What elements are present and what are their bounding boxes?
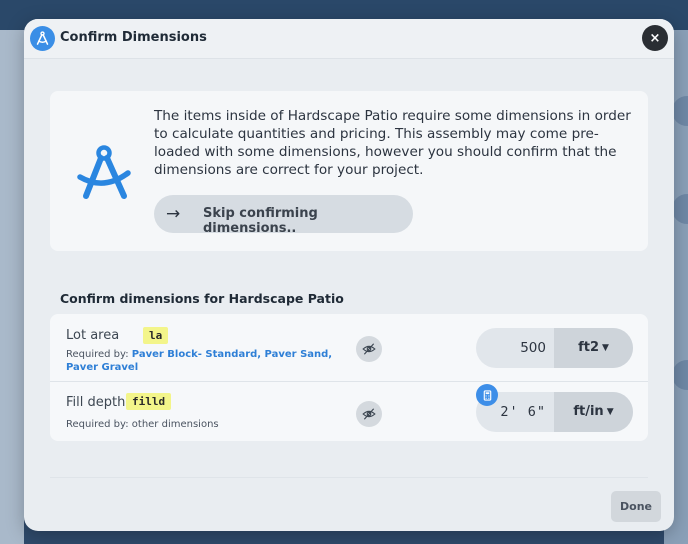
- dimensions-table: Lot area la Required by: Paver Block- St…: [50, 314, 648, 441]
- modal-header: Confirm Dimensions ×: [24, 19, 674, 59]
- required-by-text: Required by: other dimensions: [66, 418, 219, 431]
- required-by-value: other dimensions: [131, 419, 219, 430]
- required-by-text: Required by: Paver Block- Standard, Pave…: [66, 348, 336, 374]
- dimension-row-lot-area: Lot area la Required by: Paver Block- St…: [50, 314, 648, 382]
- chevron-down-icon: ▼: [602, 343, 609, 353]
- unit-label: ft/in: [573, 404, 604, 419]
- dimension-code: la: [143, 327, 169, 344]
- dimension-label: Lot area: [66, 328, 120, 343]
- unit-label: ft2: [578, 340, 599, 355]
- compass-icon: [30, 26, 55, 51]
- eye-off-icon: [362, 343, 376, 355]
- dimension-value-control: 500 ft2 ▼: [476, 328, 633, 368]
- close-icon: ×: [649, 30, 661, 46]
- dimension-value-control: 2' 6" ft/in ▼: [476, 392, 633, 432]
- backdrop-avatar: [672, 96, 688, 126]
- dimension-code: filld: [126, 393, 172, 410]
- confirm-dimensions-modal: Confirm Dimensions × The items inside of…: [24, 19, 674, 531]
- backdrop-avatar: [672, 360, 688, 390]
- chevron-down-icon: ▼: [606, 407, 614, 417]
- skip-button-label: Skip confirming dimensions..: [203, 206, 318, 236]
- visibility-toggle-button[interactable]: [356, 401, 382, 427]
- footer-divider: [50, 477, 648, 478]
- calculator-icon[interactable]: [476, 384, 498, 406]
- backdrop-left-panel: [0, 30, 24, 544]
- required-by-prefix: Required by:: [66, 349, 132, 360]
- dimension-row-fill-depth: Fill depth filld Required by: other dime…: [50, 382, 648, 441]
- compass-icon: [76, 143, 136, 203]
- done-button[interactable]: Done: [611, 491, 661, 522]
- required-by-prefix: Required by:: [66, 419, 132, 430]
- unit-select[interactable]: ft2 ▼: [554, 328, 633, 368]
- backdrop-avatar: [672, 194, 688, 224]
- visibility-toggle-button[interactable]: [356, 336, 382, 362]
- info-text: The items inside of Hardscape Patio requ…: [154, 108, 631, 178]
- arrow-right-icon: →: [166, 204, 181, 224]
- modal-title: Confirm Dimensions: [60, 30, 207, 45]
- dimension-value-input[interactable]: 500: [476, 328, 554, 368]
- dimension-label: Fill depth: [66, 395, 126, 410]
- close-button[interactable]: ×: [642, 25, 668, 51]
- eye-off-icon: [362, 408, 376, 420]
- skip-confirming-button[interactable]: → Skip confirming dimensions..: [154, 195, 413, 236]
- unit-select[interactable]: ft/in ▼: [554, 392, 633, 432]
- section-title: Confirm dimensions for Hardscape Patio: [60, 291, 344, 306]
- info-card: The items inside of Hardscape Patio requ…: [50, 91, 648, 251]
